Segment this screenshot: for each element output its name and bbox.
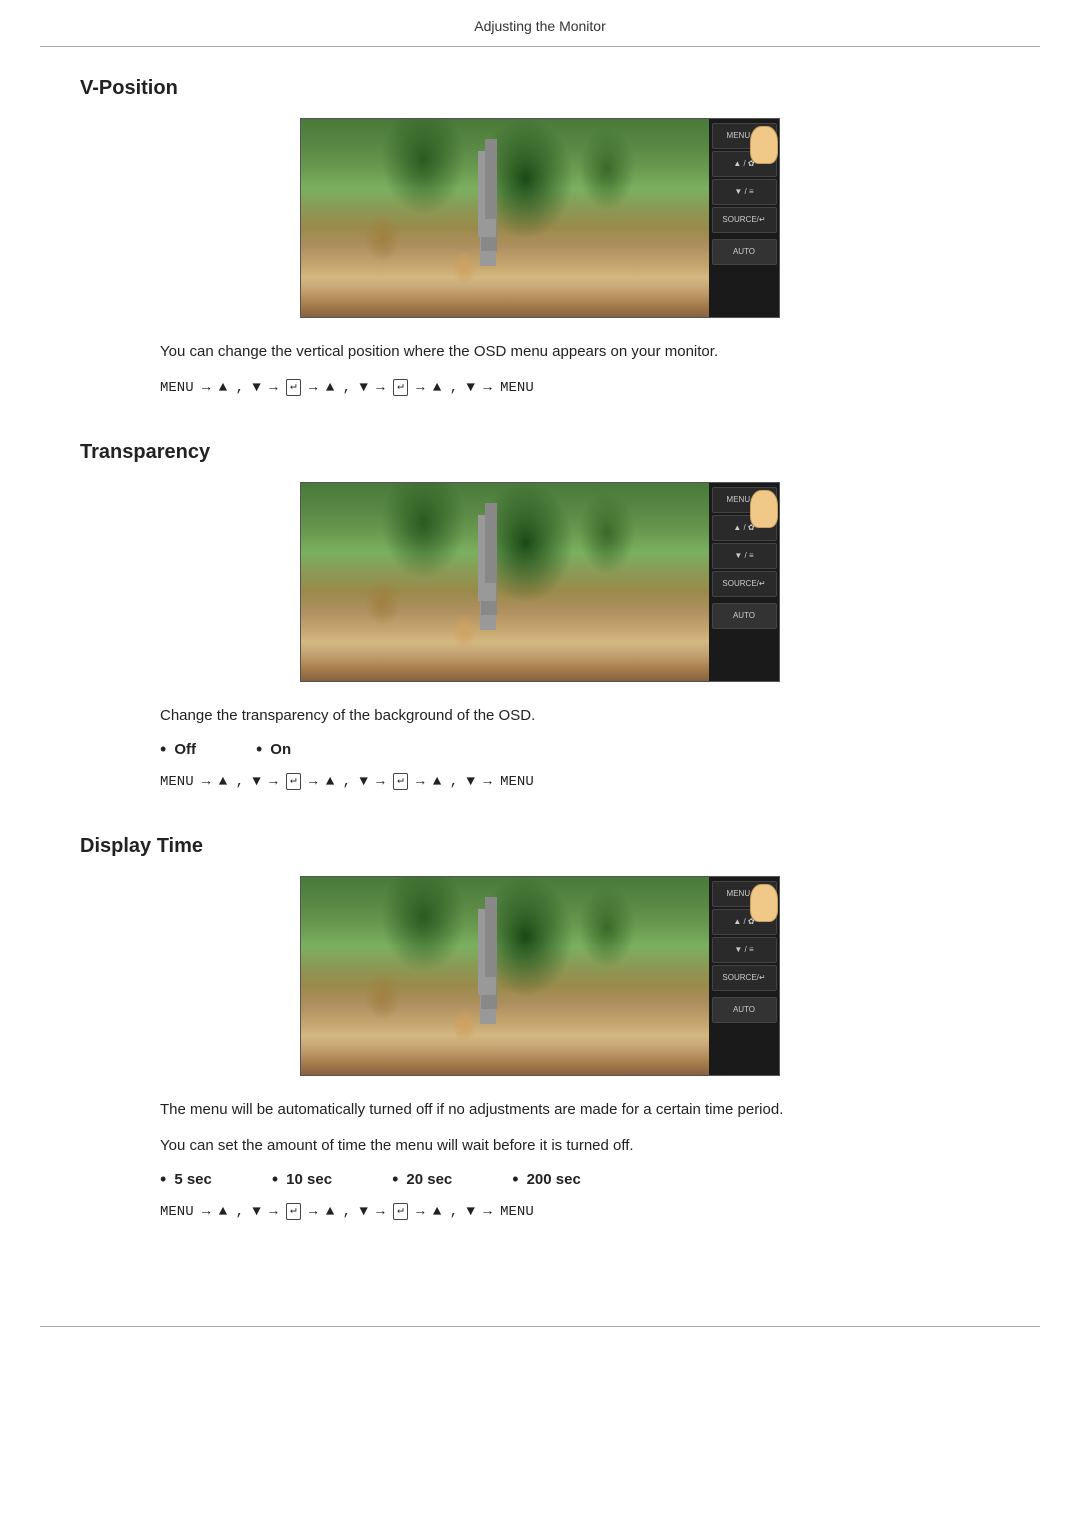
- monitor-wrapper-1: MENU / ≡ ▲ / ✿ ▼ / ≡ SOURCE/↵ AUTO: [300, 118, 780, 318]
- bullet-dot-10sec: •: [272, 1170, 278, 1188]
- bullet-label-off: Off: [174, 741, 196, 758]
- monitor-image-1: MENU / ≡ ▲ / ✿ ▼ / ≡ SOURCE/↵ AUTO: [300, 118, 780, 318]
- bullet-label-20sec: 20 sec: [406, 1171, 452, 1188]
- section-title-display-time: Display Time: [80, 835, 1000, 858]
- bullet-label-5sec: 5 sec: [174, 1171, 212, 1188]
- sidebar-btn-source-1: SOURCE/↵: [712, 207, 777, 233]
- display-time-bullet-5: • 5 sec: [160, 1170, 212, 1188]
- v-position-image-container: MENU / ≡ ▲ / ✿ ▼ / ≡ SOURCE/↵ AUTO: [80, 118, 1000, 318]
- transparency-bullet-on: • On: [256, 740, 291, 758]
- sidebar-btn-down-1: ▼ / ≡: [712, 179, 777, 205]
- display-time-bullets: • 5 sec • 10 sec • 20 sec • 200 sec: [160, 1170, 1000, 1188]
- display-time-nav: MENU → ▲ , ▼ → ↵ → ▲ , ▼ → ↵ → ▲ , ▼ → M…: [160, 1200, 1000, 1225]
- section-title-transparency: Transparency: [80, 441, 1000, 464]
- transparency-description: Change the transparency of the backgroun…: [160, 704, 1000, 728]
- v-position-description: You can change the vertical position whe…: [160, 340, 1000, 364]
- sidebar-btn-auto-3: AUTO: [712, 997, 777, 1023]
- enter-key-3: ↵: [286, 773, 301, 790]
- bullet-dot-200sec: •: [512, 1170, 518, 1188]
- section-v-position: V-Position MENU / ≡ ▲ / ✿ ▼ / ≡ SOURCE/↵…: [80, 77, 1000, 401]
- bullet-label-10sec: 10 sec: [286, 1171, 332, 1188]
- sidebar-btn-source-2: SOURCE/↵: [712, 571, 777, 597]
- transparency-bullet-off: • Off: [160, 740, 196, 758]
- display-time-bullet-20: • 20 sec: [392, 1170, 452, 1188]
- monitor-wrapper-2: MENU / ≡ ▲ / ✿ ▼ / ≡ SOURCE/↵ AUTO: [300, 482, 780, 682]
- monitor-scene-1: [301, 119, 709, 317]
- sidebar-btn-auto-2: AUTO: [712, 603, 777, 629]
- transparency-image-container: MENU / ≡ ▲ / ✿ ▼ / ≡ SOURCE/↵ AUTO: [80, 482, 1000, 682]
- display-time-bullet-200: • 200 sec: [512, 1170, 581, 1188]
- sidebar-btn-down-3: ▼ / ≡: [712, 937, 777, 963]
- hand-icon-1: [750, 126, 778, 164]
- bullet-label-200sec: 200 sec: [527, 1171, 581, 1188]
- page-header: Adjusting the Monitor: [40, 0, 1040, 47]
- bullet-dot-5sec: •: [160, 1170, 166, 1188]
- enter-key-6: ↵: [393, 1203, 408, 1220]
- hand-icon-2: [750, 490, 778, 528]
- section-transparency: Transparency MENU / ≡ ▲ / ✿ ▼ / ≡ SOURCE…: [80, 441, 1000, 795]
- monitor-scene-2: [301, 483, 709, 681]
- bullet-dot-off: •: [160, 740, 166, 758]
- enter-key-1: ↵: [286, 379, 301, 396]
- transparency-nav: MENU → ▲ , ▼ → ↵ → ▲ , ▼ → ↵ → ▲ , ▼ → M…: [160, 770, 1000, 795]
- sidebar-btn-auto-1: AUTO: [712, 239, 777, 265]
- monitor-wrapper-3: MENU / ≡ ▲ / ✿ ▼ / ≡ SOURCE/↵ AUTO: [300, 876, 780, 1076]
- hand-icon-3: [750, 884, 778, 922]
- monitor-scene-3: [301, 877, 709, 1075]
- transparency-bullets: • Off • On: [160, 740, 1000, 758]
- monitor-image-2: MENU / ≡ ▲ / ✿ ▼ / ≡ SOURCE/↵ AUTO: [300, 482, 780, 682]
- sidebar-btn-source-3: SOURCE/↵: [712, 965, 777, 991]
- display-time-desc-1: The menu will be automatically turned of…: [160, 1098, 1000, 1122]
- monitor-image-3: MENU / ≡ ▲ / ✿ ▼ / ≡ SOURCE/↵ AUTO: [300, 876, 780, 1076]
- enter-key-5: ↵: [286, 1203, 301, 1220]
- display-time-desc-2: You can set the amount of time the menu …: [160, 1134, 1000, 1158]
- bullet-dot-on: •: [256, 740, 262, 758]
- page-title: Adjusting the Monitor: [474, 18, 606, 34]
- sidebar-btn-down-2: ▼ / ≡: [712, 543, 777, 569]
- enter-key-4: ↵: [393, 773, 408, 790]
- main-content: V-Position MENU / ≡ ▲ / ✿ ▼ / ≡ SOURCE/↵…: [0, 47, 1080, 1306]
- bullet-dot-20sec: •: [392, 1170, 398, 1188]
- display-time-image-container: MENU / ≡ ▲ / ✿ ▼ / ≡ SOURCE/↵ AUTO: [80, 876, 1000, 1076]
- enter-key-2: ↵: [393, 379, 408, 396]
- v-position-nav: MENU → ▲ , ▼ → ↵ → ▲ , ▼ → ↵ → ▲ , ▼ → M…: [160, 376, 1000, 401]
- section-title-v-position: V-Position: [80, 77, 1000, 100]
- section-display-time: Display Time MENU / ≡ ▲ / ✿ ▼ / ≡ SOURCE…: [80, 835, 1000, 1225]
- bottom-rule: [40, 1326, 1040, 1327]
- display-time-bullet-10: • 10 sec: [272, 1170, 332, 1188]
- bullet-label-on: On: [270, 741, 291, 758]
